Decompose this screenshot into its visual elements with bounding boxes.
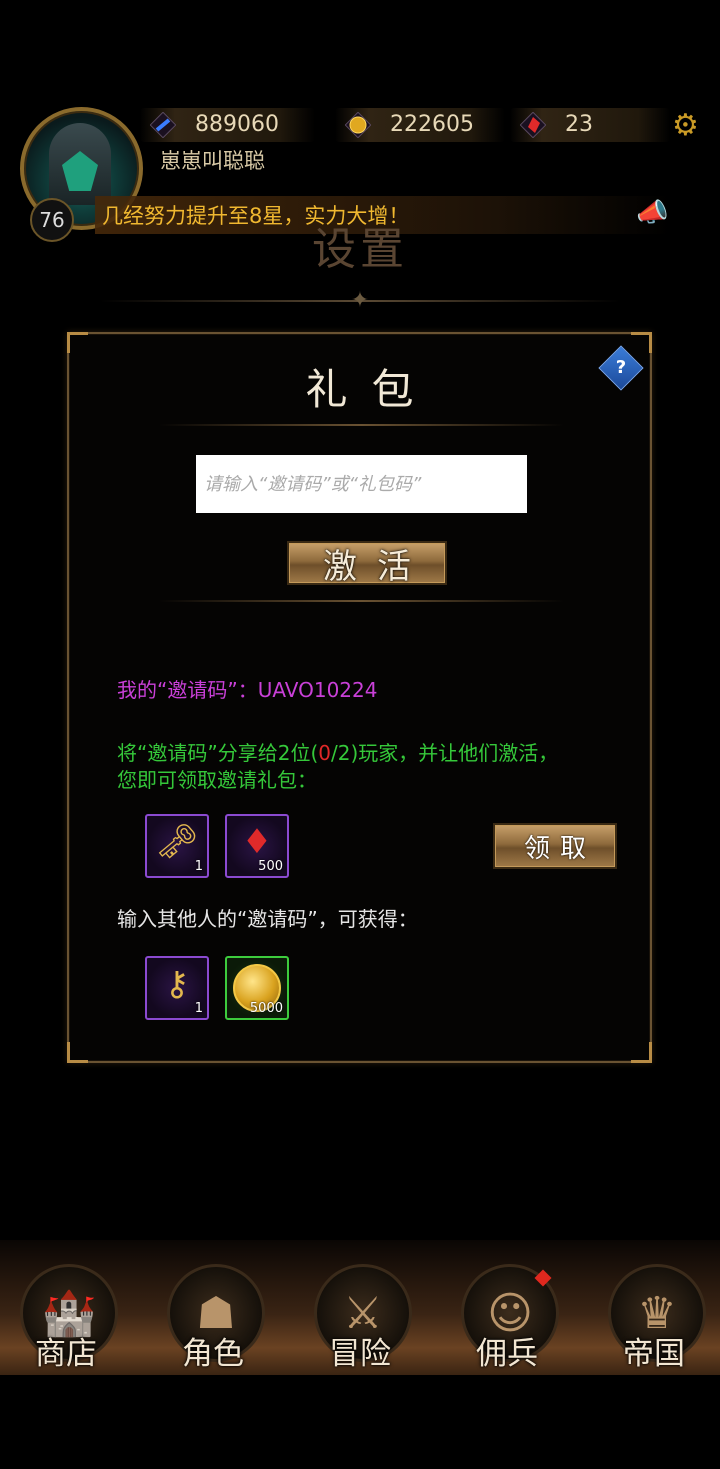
resource-gem-value: 23 xyxy=(565,112,593,137)
share-instructions: 将“邀请码”分享给2位(0/2)玩家，并让他们激活， 您即可领取邀请礼包： xyxy=(117,740,617,794)
reward-key[interactable]: ⚷ 1 xyxy=(145,956,209,1020)
nav-label: 角色 xyxy=(182,1336,244,1372)
corner-ornament xyxy=(631,332,652,353)
reward-count: 500 xyxy=(258,859,283,874)
nav-empire[interactable]: ♛ 帝国 xyxy=(602,1264,712,1374)
ruby-icon: ♦ xyxy=(241,822,273,862)
share-text-b: /2)玩家，并让他们激活， xyxy=(330,741,559,765)
my-invite-code: 我的“邀请码”：UAVO10224 xyxy=(117,674,377,703)
reward-key-bundle[interactable]: 🗝 1 xyxy=(145,814,209,878)
nav-label: 冒险 xyxy=(329,1336,391,1372)
share-count: 0 xyxy=(318,741,331,765)
key-bundle-icon: 🗝 xyxy=(155,822,199,862)
invite-code-label: 我的“邀请码”： xyxy=(117,678,258,702)
claim-button[interactable]: 领取 xyxy=(493,823,617,869)
divider xyxy=(159,424,564,426)
resource-gold-value: 222605 xyxy=(390,112,474,137)
help-label: ? xyxy=(615,357,627,378)
gold-coin-icon xyxy=(345,112,371,138)
gear-icon[interactable]: ⚙ xyxy=(672,110,704,142)
reward-count: 1 xyxy=(194,859,203,874)
key-icon: ⚷ xyxy=(164,964,190,1004)
nav-adventure[interactable]: ⚔ 冒险 xyxy=(308,1264,418,1374)
enter-code-instructions: 输入其他人的“邀请码”，可获得： xyxy=(117,907,418,931)
corner-ornament xyxy=(67,332,88,353)
nav-shop[interactable]: 🏰 商店 xyxy=(14,1264,124,1374)
invite-code-value[interactable]: UAVO10224 xyxy=(258,678,378,702)
red-gem-icon xyxy=(520,112,546,138)
ornament-icon: ✦ xyxy=(350,288,370,313)
gift-panel: 礼包 ? 激活 我的“邀请码”：UAVO10224 将“邀请码”分享给2位(0/… xyxy=(67,332,652,1063)
resource-scroll: 889060 xyxy=(140,108,315,142)
corner-ornament xyxy=(631,1042,652,1063)
share-text-a: 将“邀请码”分享给2位( xyxy=(117,741,319,765)
bottom-nav: 🏰 商店 ☗ 角色 ⚔ 冒险 ☺ 佣兵 ♛ 帝国 xyxy=(0,1240,720,1375)
resource-gem: 23 xyxy=(510,108,670,142)
activate-button[interactable]: 激活 xyxy=(287,541,447,587)
nav-mercenary[interactable]: ☺ 佣兵 xyxy=(455,1264,565,1374)
resource-scroll-value: 889060 xyxy=(195,112,279,137)
nav-character[interactable]: ☗ 角色 xyxy=(161,1264,271,1374)
nav-label: 商店 xyxy=(35,1336,97,1372)
corner-ornament xyxy=(67,1042,88,1063)
panel-title: 礼包 xyxy=(305,365,438,414)
divider xyxy=(159,600,564,602)
blue-scroll-icon xyxy=(150,112,176,138)
reward-gold[interactable]: 5000 xyxy=(225,956,289,1020)
share-text-c: 您即可领取邀请礼包： xyxy=(117,768,317,792)
nav-label: 帝国 xyxy=(623,1336,685,1372)
page-title: 设置 xyxy=(312,224,408,275)
resource-gold: 222605 xyxy=(335,108,505,142)
nav-label: 佣兵 xyxy=(476,1336,538,1372)
reward-ruby[interactable]: ♦ 500 xyxy=(225,814,289,878)
code-input[interactable] xyxy=(196,455,527,513)
username: 崽崽叫聪聪 xyxy=(160,149,265,173)
reward-count: 5000 xyxy=(249,1001,283,1016)
reward-count: 1 xyxy=(194,1001,203,1016)
